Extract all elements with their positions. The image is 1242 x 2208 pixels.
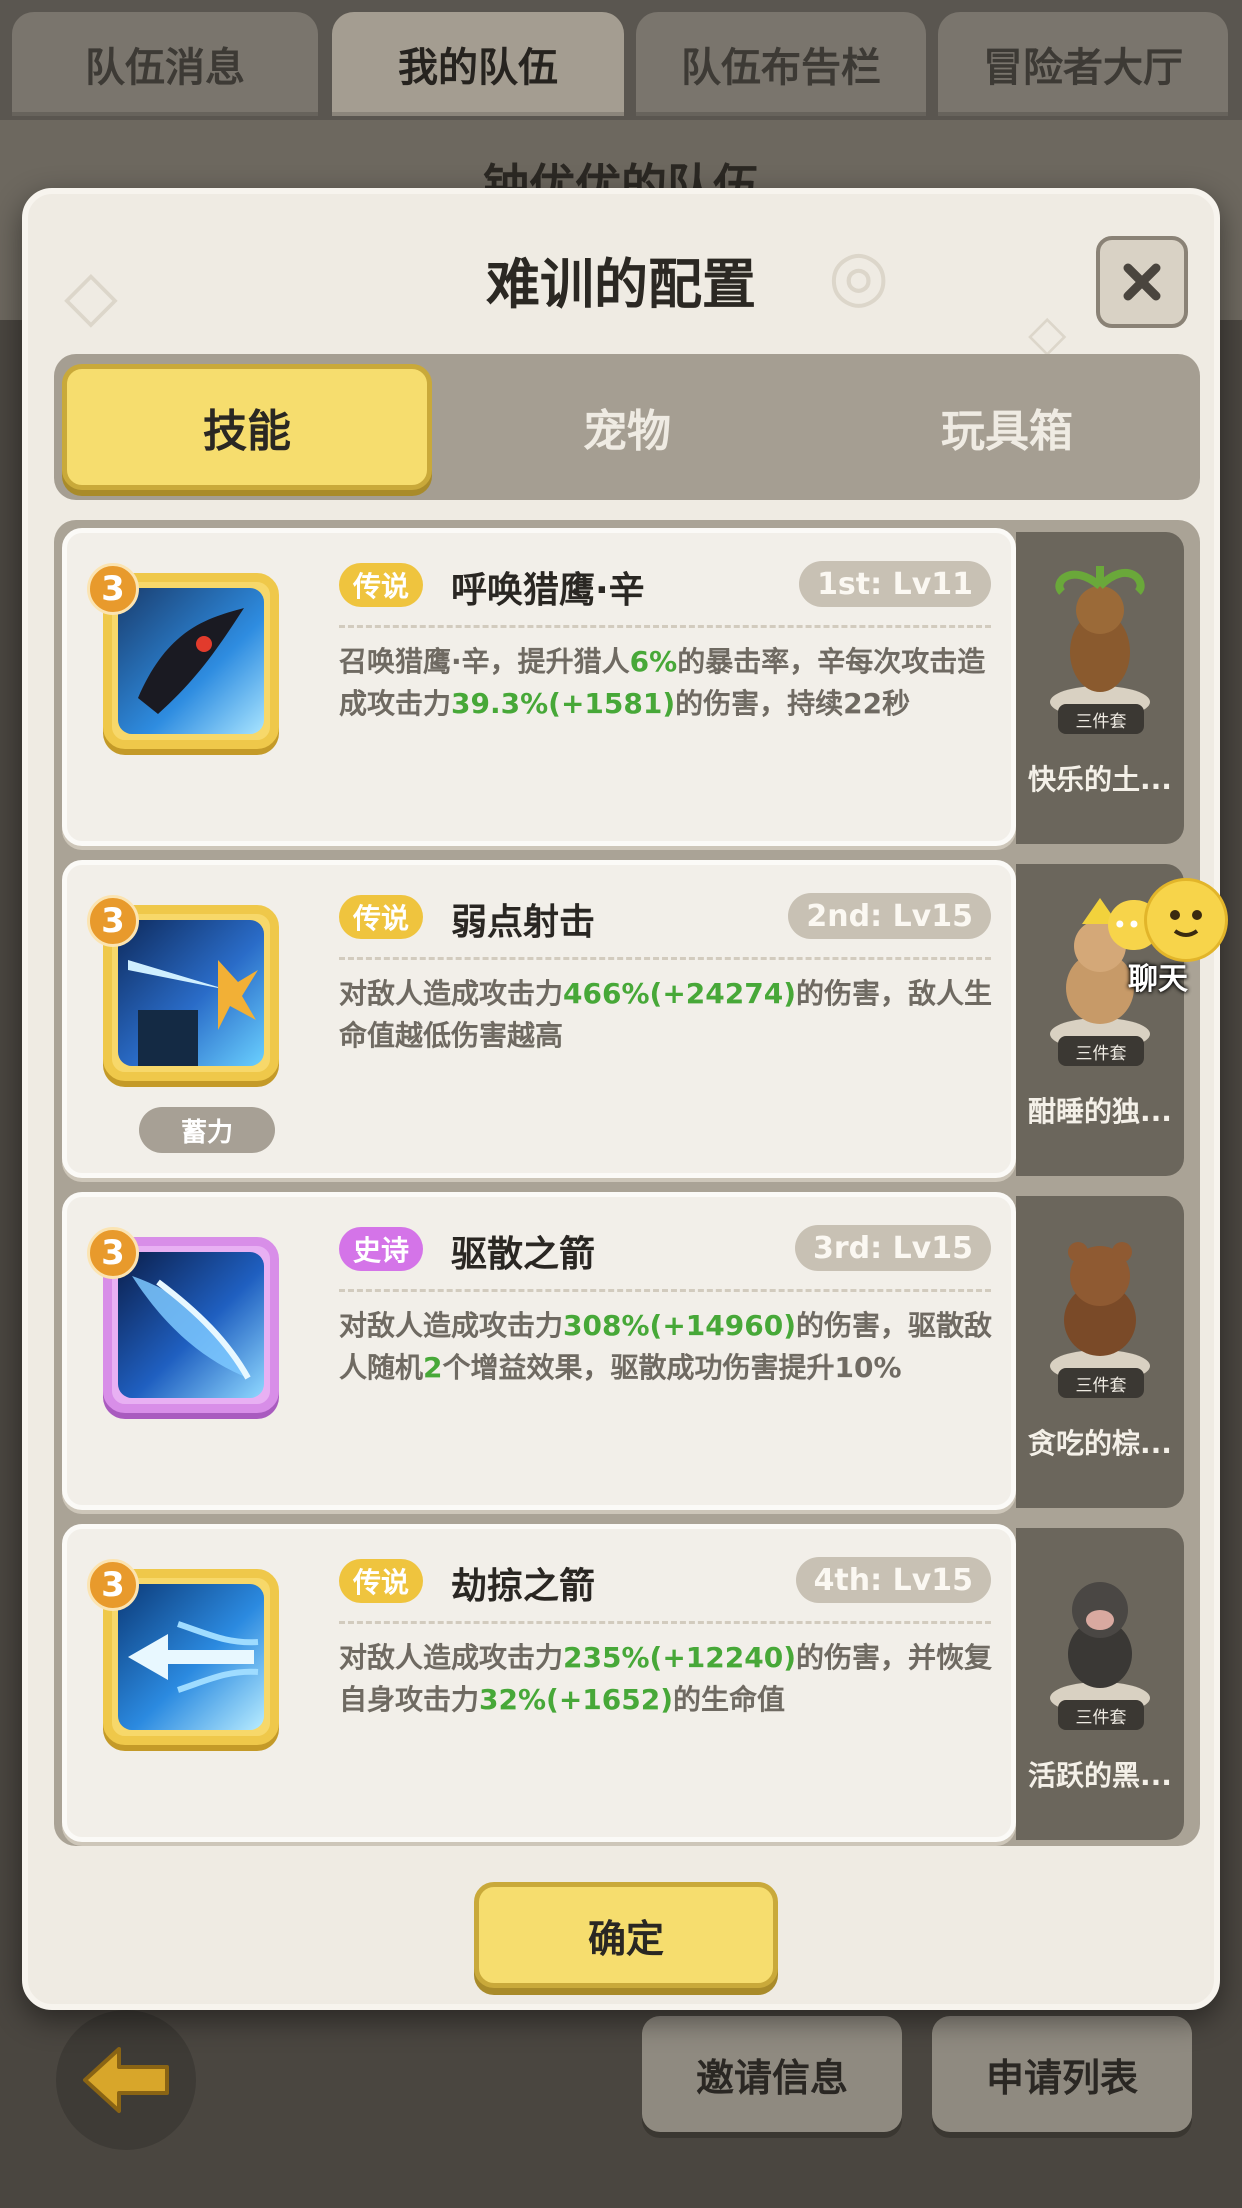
charge-tag: 蓄力 — [139, 1107, 275, 1153]
divider — [339, 957, 991, 960]
modal-tab-bar: 技能 宠物 玩具箱 — [54, 354, 1200, 500]
chat-button[interactable]: ••• 聊天 — [1108, 878, 1232, 998]
skill-level-badge: 3 — [87, 895, 139, 947]
divider — [339, 1621, 991, 1624]
config-modal: ◇ ◎ ◇ 难训的配置 技能 宠物 玩具箱 三件套 快乐的土... 三件套 酣睡… — [22, 188, 1220, 2010]
tab-adventurer-hall[interactable]: 冒险者大厅 — [938, 12, 1228, 116]
back-arrow-icon — [83, 2047, 169, 2113]
dispel-arrow-icon — [118, 1252, 264, 1398]
rarity-badge: 传说 — [339, 895, 424, 939]
skill-card[interactable]: 3 传说 呼唤猎鹰·辛 1st: Lv11 召唤猎鹰·辛，提升猎人6%的暴击率，… — [62, 528, 1016, 846]
tab-toybox[interactable]: 玩具箱 — [822, 364, 1192, 490]
apply-list-button[interactable]: 申请列表 — [932, 2016, 1192, 2132]
tab-team-board[interactable]: 队伍布告栏 — [636, 12, 926, 116]
confirm-button[interactable]: 确定 — [474, 1882, 778, 1988]
tab-pets[interactable]: 宠物 — [442, 364, 812, 490]
skill-level-badge: 3 — [87, 1227, 139, 1279]
toy-set-tag: 三件套 — [1058, 1700, 1144, 1730]
skill-name: 驱散之箭 — [451, 1234, 596, 1275]
skill-slot-level: 3rd: Lv15 — [794, 1225, 991, 1271]
tab-skills[interactable]: 技能 — [62, 364, 432, 490]
tab-my-team[interactable]: 我的队伍 — [332, 12, 624, 116]
skill-description: 对敌人造成攻击力466%(+24274)的伤害，敌人生命值越低伤害越高 — [339, 977, 992, 1052]
skill-level-badge: 3 — [87, 1559, 139, 1611]
toy-name: 酣睡的独... — [1028, 1095, 1172, 1128]
top-tab-bar: 队伍消息 我的队伍 队伍布告栏 冒险者大厅 — [0, 0, 1242, 120]
modal-title: 难训的配置 — [486, 253, 756, 316]
skill-card[interactable]: 3 传说 劫掠之箭 4th: Lv15 对敌人造成攻击力235%(+12240)… — [62, 1524, 1016, 1842]
rarity-badge: 传说 — [339, 1559, 424, 1603]
weakpoint-shot-icon — [118, 920, 264, 1066]
tab-team-messages[interactable]: 队伍消息 — [12, 12, 318, 116]
toy-figure-icon — [1050, 566, 1150, 718]
close-icon — [1123, 263, 1161, 301]
toy-slot[interactable]: 三件套 贪吃的棕... — [1016, 1196, 1184, 1508]
skill-name: 弱点射击 — [451, 902, 596, 943]
skill-description: 召唤猎鹰·辛，提升猎人6%的暴击率，辛每次攻击造成攻击力39.3%(+1581)… — [339, 645, 986, 720]
toy-slot[interactable]: 三件套 活跃的黑... — [1016, 1528, 1184, 1840]
chat-face-icon — [1144, 878, 1228, 962]
chat-label: 聊天 — [1128, 962, 1188, 997]
close-button[interactable] — [1096, 236, 1188, 328]
toy-name: 活跃的黑... — [1028, 1759, 1172, 1792]
toy-set-tag: 三件套 — [1058, 704, 1144, 734]
skill-slot-level: 4th: Lv15 — [795, 1557, 991, 1603]
divider — [339, 1289, 991, 1292]
divider — [339, 625, 991, 628]
toy-set-tag: 三件套 — [1058, 1368, 1144, 1398]
invite-info-button[interactable]: 邀请信息 — [642, 2016, 902, 2132]
rarity-badge: 传说 — [339, 563, 424, 607]
toy-name: 贪吃的棕... — [1028, 1427, 1172, 1460]
skill-description: 对敌人造成攻击力235%(+12240)的伤害，并恢复自身攻击力32%(+165… — [339, 1641, 992, 1716]
toy-slot[interactable]: 三件套 快乐的土... — [1016, 532, 1184, 844]
skill-card[interactable]: 3 蓄力 传说 弱点射击 2nd: Lv15 对敌人造成攻击力466%(+242… — [62, 860, 1016, 1178]
back-button[interactable] — [56, 2010, 196, 2150]
skill-slot-level: 2nd: Lv15 — [788, 893, 991, 939]
skill-description: 对敌人造成攻击力308%(+14960)的伤害，驱散敌人随机2个增益效果，驱散成… — [339, 1309, 992, 1384]
toy-figure-icon — [1050, 1242, 1150, 1382]
toy-figure-icon — [1050, 1582, 1150, 1714]
toy-set-tag: 三件套 — [1058, 1036, 1144, 1066]
skill-card[interactable]: 3 史诗 驱散之箭 3rd: Lv15 对敌人造成攻击力308%(+14960)… — [62, 1192, 1016, 1510]
plunder-arrow-icon — [118, 1584, 264, 1730]
skill-slot-level: 1st: Lv11 — [799, 561, 991, 607]
skill-level-badge: 3 — [87, 563, 139, 615]
skill-name: 劫掠之箭 — [451, 1566, 596, 1607]
falcon-skill-icon — [118, 588, 264, 734]
rarity-badge: 史诗 — [339, 1227, 424, 1271]
skill-name: 呼唤猎鹰·辛 — [451, 570, 645, 611]
toy-name: 快乐的土... — [1028, 763, 1172, 796]
